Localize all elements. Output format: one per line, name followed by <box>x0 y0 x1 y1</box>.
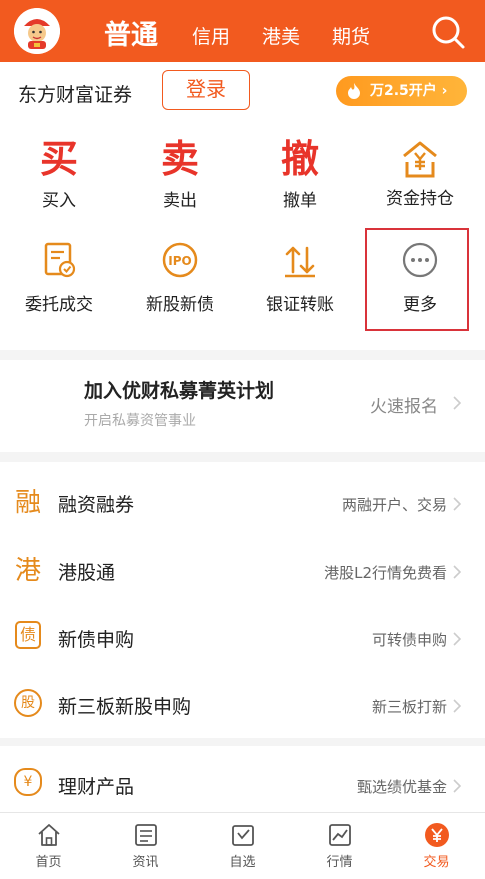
list-item-title: 理财产品 <box>58 776 135 798</box>
money-bag-icon: ¥ <box>14 768 42 796</box>
chevron-right-icon <box>453 565 462 579</box>
list-item-subtitle: 可转债申购 <box>371 631 447 649</box>
margin-trading-icon: 融 <box>14 488 41 518</box>
ipo-icon: IPO <box>162 242 198 278</box>
promo-subtitle: 开启私募资管事业 <box>84 413 196 429</box>
section-divider <box>0 350 485 360</box>
entrust-deal-label: 委托成交 <box>25 295 93 315</box>
sell-glyph: 卖 <box>160 137 199 181</box>
home-icon <box>37 824 60 846</box>
chevron-right-icon <box>453 497 462 511</box>
funds-position-icon <box>403 141 437 178</box>
list-item-subtitle: 甄选绩优基金 <box>356 778 447 796</box>
list-item-neeq-ipo[interactable]: 股 新三板新股申购 新三板打新 <box>0 672 485 736</box>
tab-hk-us[interactable]: 港美 <box>262 22 300 49</box>
fire-icon <box>348 83 360 99</box>
avatar-mascot-icon[interactable] <box>14 8 60 54</box>
sell-label: 卖出 <box>163 191 197 211</box>
buy-button[interactable]: 买 买入 <box>4 134 114 211</box>
neeq-ipo-icon: 股 <box>14 689 42 717</box>
new-stock-bond-label: 新股新债 <box>146 295 214 315</box>
broker-name: 东方财富证券 <box>18 84 133 106</box>
ipo-icon-text: IPO <box>168 254 191 268</box>
cancel-order-button[interactable]: 撤 撤单 <box>245 134 355 211</box>
list-item-title: 新三板新股申购 <box>58 696 192 718</box>
promo-title: 加入优财私募菁英计划 <box>84 380 275 402</box>
tab-futures[interactable]: 期货 <box>332 22 370 49</box>
bank-transfer-button[interactable]: 银证转账 <box>245 240 355 315</box>
hk-connect-icon: 港 <box>14 556 41 586</box>
bank-transfer-icon <box>285 246 315 278</box>
nav-trade[interactable]: 交易 <box>388 813 485 879</box>
open-account-badge[interactable]: 万2.5开户 › <box>336 76 467 106</box>
section-divider <box>0 738 485 746</box>
funds-position-label: 资金持仓 <box>386 189 454 209</box>
market-icon <box>328 824 351 846</box>
nav-home[interactable]: 首页 <box>0 813 97 879</box>
watchlist-icon <box>231 825 254 846</box>
cancel-glyph: 撤 <box>280 137 319 181</box>
chevron-right-icon <box>453 779 462 793</box>
nav-news-label: 资讯 <box>132 855 159 870</box>
tab-normal[interactable]: 普通 <box>104 13 158 52</box>
nav-news[interactable]: 资讯 <box>97 813 194 879</box>
trade-yen-icon <box>424 823 449 847</box>
list-item-subtitle: 港股L2行情免费看 <box>324 564 447 582</box>
chevron-right-icon <box>453 699 462 713</box>
top-header: 普通 信用 港美 期货 <box>0 0 485 62</box>
cancel-label: 撤单 <box>283 191 317 211</box>
list-item-title: 融资融券 <box>58 494 135 516</box>
list-item-new-bond[interactable]: 债 新债申购 可转债申购 <box>0 605 485 669</box>
entrust-deal-icon <box>44 242 76 278</box>
promo-signup-link[interactable]: 火速报名 <box>370 392 438 417</box>
bank-transfer-label: 银证转账 <box>266 295 334 315</box>
tab-credit[interactable]: 信用 <box>192 22 230 49</box>
nav-trade-label: 交易 <box>423 855 450 870</box>
nav-watchlist[interactable]: 自选 <box>194 813 291 879</box>
list-item-wealth-products[interactable]: ¥ 理财产品 甄选绩优基金 <box>0 752 485 816</box>
new-stock-bond-button[interactable]: IPO 新股新债 <box>125 240 235 315</box>
entrust-deal-button[interactable]: 委托成交 <box>4 240 114 315</box>
new-bond-icon: 债 <box>15 621 41 649</box>
list-item-title: 新债申购 <box>58 629 135 651</box>
more-highlight-box <box>365 228 469 331</box>
buy-label: 买入 <box>42 191 76 211</box>
list-item-title: 港股通 <box>58 562 116 584</box>
nav-home-label: 首页 <box>35 855 62 870</box>
news-icon <box>134 824 157 846</box>
list-item-subtitle: 新三板打新 <box>371 698 447 716</box>
nav-market-label: 行情 <box>326 855 353 870</box>
login-button[interactable]: 登录 <box>162 70 250 110</box>
chevron-right-icon <box>453 632 462 646</box>
section-divider <box>0 452 485 462</box>
list-item-subtitle: 两融开户、交易 <box>341 496 447 514</box>
search-icon[interactable] <box>428 12 468 52</box>
list-item-hk-connect[interactable]: 港 港股通 港股L2行情免费看 <box>0 538 485 602</box>
list-item-margin-trading[interactable]: 融 融资融券 两融开户、交易 <box>0 470 485 534</box>
sell-button[interactable]: 卖 卖出 <box>125 134 235 211</box>
nav-watchlist-label: 自选 <box>229 855 256 870</box>
nav-market[interactable]: 行情 <box>291 813 388 879</box>
chevron-right-icon <box>453 396 462 410</box>
open-account-label: 万2.5开户 › <box>370 83 448 99</box>
buy-glyph: 买 <box>39 137 78 181</box>
funds-position-button[interactable]: 资金持仓 <box>365 134 475 209</box>
bottom-nav: 首页 资讯 自选 行情 交易 <box>0 812 485 879</box>
